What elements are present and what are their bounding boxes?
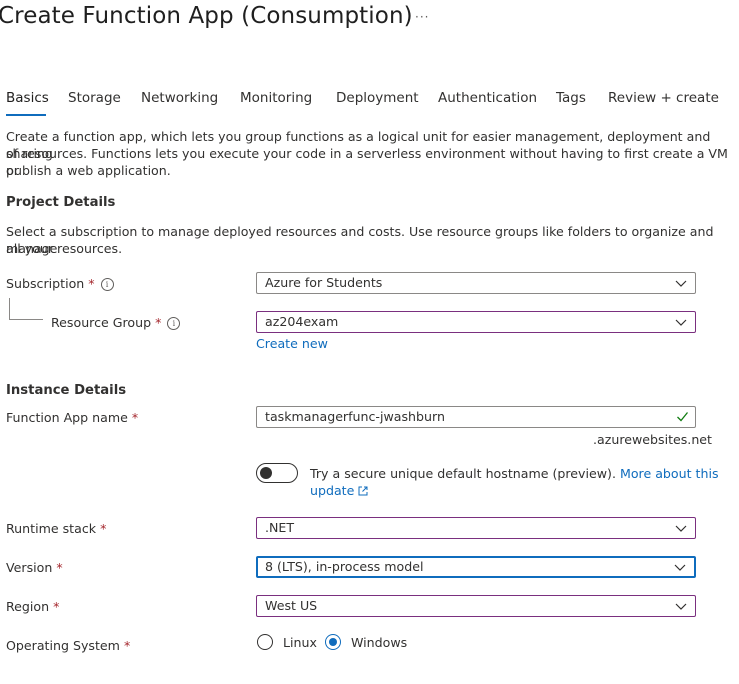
- operating-system-label: Operating System *: [6, 638, 131, 653]
- tab-deployment[interactable]: Deployment: [336, 90, 419, 106]
- required-asterisk: *: [53, 599, 60, 614]
- runtime-stack-dropdown[interactable]: .NET: [256, 517, 696, 539]
- tab-tags[interactable]: Tags: [556, 90, 586, 106]
- secure-hostname-toggle[interactable]: [256, 463, 298, 483]
- runtime-stack-label: Runtime stack *: [6, 521, 107, 536]
- info-icon[interactable]: i: [100, 278, 114, 291]
- function-app-name-label: Function App name *: [6, 410, 139, 425]
- chevron-down-icon: [675, 603, 687, 610]
- tab-review-create[interactable]: Review + create: [608, 90, 719, 106]
- region-dropdown[interactable]: West US: [256, 595, 696, 617]
- toggle-knob: [260, 467, 272, 479]
- chevron-down-icon: [675, 319, 687, 326]
- external-link-icon: [358, 486, 368, 496]
- subscription-label: Subscription * i: [6, 276, 114, 291]
- instance-details-heading: Instance Details: [6, 383, 127, 398]
- active-tab-indicator: [6, 114, 46, 116]
- resource-group-dropdown[interactable]: az204exam: [256, 311, 696, 333]
- os-linux-radio[interactable]: [257, 634, 273, 650]
- function-app-name-input[interactable]: taskmanagerfunc-jwashburn: [256, 406, 696, 428]
- version-label: Version *: [6, 560, 63, 575]
- intro-line-3: publish a web application.: [6, 163, 171, 178]
- os-windows-radio[interactable]: [325, 634, 341, 650]
- project-desc-2: all your resources.: [6, 241, 123, 256]
- resource-group-label: Resource Group * i: [51, 315, 181, 330]
- region-label: Region *: [6, 599, 60, 614]
- subscription-dropdown[interactable]: Azure for Students: [256, 272, 696, 294]
- more-about-link[interactable]: More about this: [620, 466, 719, 481]
- update-link[interactable]: update: [310, 483, 368, 498]
- secure-hostname-text: Try a secure unique default hostname (pr…: [310, 466, 719, 481]
- os-windows-label[interactable]: Windows: [351, 635, 407, 650]
- checkmark-icon: [677, 412, 689, 422]
- required-asterisk: *: [131, 410, 139, 425]
- required-asterisk: *: [88, 276, 95, 291]
- domain-suffix: .azurewebsites.net: [593, 432, 712, 447]
- tab-basics[interactable]: Basics: [6, 90, 49, 106]
- chevron-down-icon: [675, 525, 687, 532]
- required-asterisk: *: [155, 315, 162, 330]
- more-options-button[interactable]: ···: [415, 10, 429, 24]
- chevron-down-icon: [675, 280, 687, 287]
- create-new-link[interactable]: Create new: [256, 336, 328, 351]
- radio-selected-dot: [329, 638, 337, 646]
- tab-storage[interactable]: Storage: [68, 90, 121, 106]
- project-details-heading: Project Details: [6, 195, 116, 210]
- page-title: Create Function App (Consumption): [0, 3, 413, 29]
- required-asterisk: *: [56, 560, 63, 575]
- required-asterisk: *: [123, 638, 131, 653]
- info-icon[interactable]: i: [167, 317, 181, 330]
- tab-authentication[interactable]: Authentication: [438, 90, 537, 106]
- os-linux-label[interactable]: Linux: [283, 635, 317, 650]
- tab-monitoring[interactable]: Monitoring: [240, 90, 312, 106]
- tree-connector: [9, 298, 43, 320]
- chevron-down-icon: [674, 564, 686, 571]
- tab-networking[interactable]: Networking: [141, 90, 218, 106]
- version-dropdown[interactable]: 8 (LTS), in-process model: [256, 556, 696, 578]
- required-asterisk: *: [100, 521, 107, 536]
